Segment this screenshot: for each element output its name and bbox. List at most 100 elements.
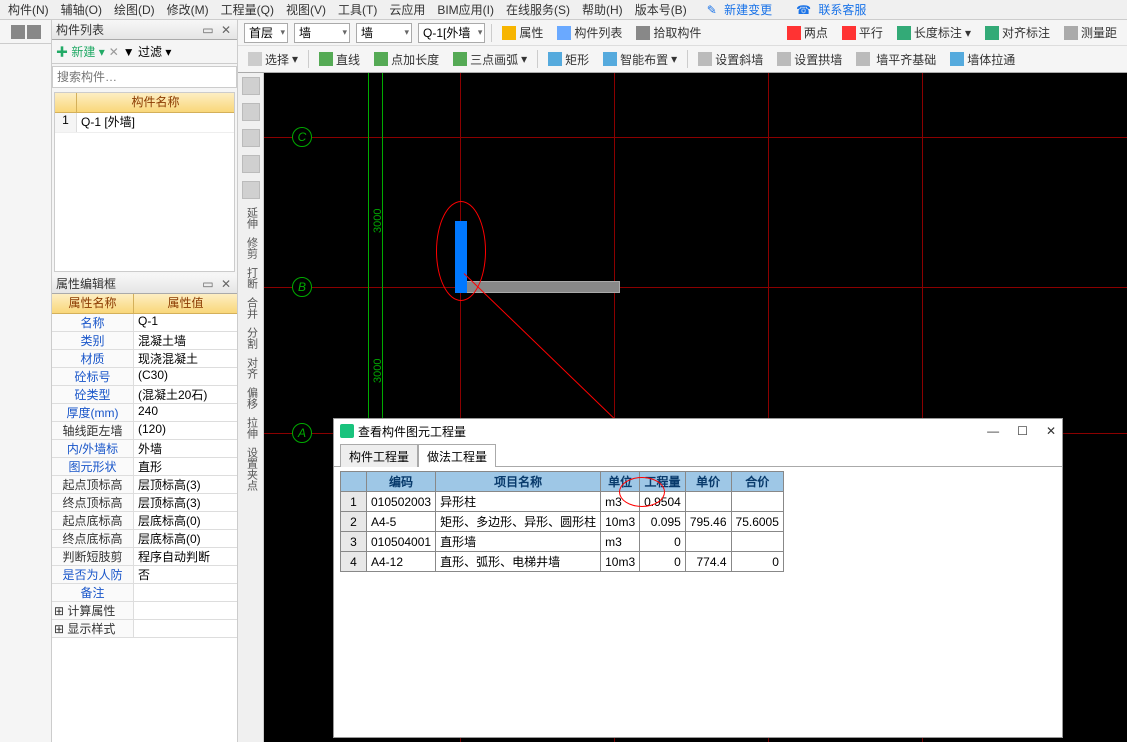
category-combo[interactable]: 墙 [294, 23, 350, 43]
subcat-combo[interactable]: 墙 [356, 23, 412, 43]
grip-tool[interactable]: 设置夹点 [242, 447, 260, 491]
point-length-button[interactable]: 点加长度 [370, 49, 443, 70]
table-row[interactable]: 2A4-5矩形、多边形、异形、圆形柱10m30.095795.4675.6005 [341, 512, 784, 532]
panel-controls[interactable]: ▭ ✕ [202, 277, 233, 291]
tool-icon[interactable] [27, 25, 41, 39]
smart-layout-button[interactable]: 智能布置 ▾ [599, 49, 681, 70]
prop-row[interactable]: 名称Q-1 [52, 314, 237, 332]
prop-row[interactable]: 砼类型(混凝土20石) [52, 386, 237, 404]
menu-item[interactable]: 绘图(D) [110, 0, 159, 20]
new-change-link[interactable]: ✎ 新建变更 [703, 0, 780, 20]
menu-item[interactable]: BIM应用(I) [433, 0, 498, 20]
menu-item[interactable]: 工具(T) [334, 0, 381, 20]
prop-row[interactable]: 起点底标高层底标高(0) [52, 512, 237, 530]
maximize-button[interactable]: ☐ [1017, 424, 1028, 438]
panel-controls[interactable]: ▭ ✕ [202, 23, 233, 37]
dim-label: 3000 [372, 209, 384, 233]
menu-item[interactable]: 构件(N) [4, 0, 53, 20]
select-button[interactable]: 选择 ▾ [244, 49, 302, 70]
prop-row[interactable]: 备注 [52, 584, 237, 602]
menu-item[interactable]: 在线服务(S) [502, 0, 574, 20]
prop-expand-row[interactable]: ⊞ 显示样式 [52, 620, 237, 638]
prop-row[interactable]: 终点底标高层底标高(0) [52, 530, 237, 548]
property-editor-header: 属性编辑框 ▭ ✕ [52, 274, 237, 294]
prop-row[interactable]: 厚度(mm)240 [52, 404, 237, 422]
menu-item[interactable]: 视图(V) [282, 0, 330, 20]
app-icon [340, 424, 354, 438]
component-toolbar: ✚ 新建 ▾ ✕ ▼ 过滤 ▾ [52, 40, 237, 64]
vtool-icon[interactable] [242, 155, 260, 173]
parallel-button[interactable]: 平行 [838, 22, 887, 43]
vtool-icon[interactable] [242, 77, 260, 95]
align-tool[interactable]: 对齐 [242, 357, 260, 379]
line-button[interactable]: 直线 [315, 49, 364, 70]
split-tool[interactable]: 分割 [242, 327, 260, 349]
prop-row[interactable]: 是否为人防否 [52, 566, 237, 584]
dialog-tabs: 构件工程量 做法工程量 [334, 443, 1062, 467]
menu-item[interactable]: 版本号(B) [631, 0, 691, 20]
menu-item[interactable]: 帮助(H) [578, 0, 627, 20]
filter-button[interactable]: ▼ 过滤 ▾ [123, 43, 172, 60]
tab-component-qty[interactable]: 构件工程量 [340, 444, 418, 467]
break-tool[interactable]: 打断 [242, 267, 260, 289]
prop-row[interactable]: 轴线距左墙(120) [52, 422, 237, 440]
property-button[interactable]: 属性 [498, 22, 547, 43]
arch-wall-button[interactable]: 设置拱墙 [773, 49, 846, 70]
slope-wall-button[interactable]: 设置斜墙 [694, 49, 767, 70]
new-button[interactable]: ✚ 新建 ▾ [56, 43, 105, 60]
quantity-table: 编码项目名称单位工程量单价合价 1010502003异形柱m30.95042A4… [340, 471, 784, 572]
contact-link[interactable]: ☎ 联系客服 [792, 0, 874, 20]
vtool-icon[interactable] [242, 103, 260, 121]
rect-button[interactable]: 矩形 [544, 49, 593, 70]
offset-tool[interactable]: 偏移 [242, 387, 260, 409]
prop-row[interactable]: 起点顶标高层顶标高(3) [52, 476, 237, 494]
axis-label-a: A [292, 423, 312, 443]
tool-icon[interactable] [11, 25, 25, 39]
menu-item[interactable]: 辅轴(O) [57, 0, 106, 20]
extend-tool[interactable]: 延伸 [242, 207, 260, 229]
menu-item[interactable]: 云应用 [385, 0, 429, 20]
wall-through-button[interactable]: 墙体拉通 [946, 49, 1019, 70]
floor-combo[interactable]: 首层 [244, 23, 288, 43]
menubar: 构件(N) 辅轴(O) 绘图(D) 修改(M) 工程量(Q) 视图(V) 工具(… [0, 0, 1127, 20]
close-button[interactable]: ✕ [1046, 424, 1056, 438]
panel-title: 属性编辑框 [56, 275, 116, 292]
list-item[interactable]: 1 Q-1 [外墙] [55, 113, 234, 133]
dialog-titlebar[interactable]: 查看构件图元工程量 — ☐ ✕ [334, 419, 1062, 443]
prop-row[interactable]: 终点顶标高层顶标高(3) [52, 494, 237, 512]
wall-segment[interactable] [464, 281, 620, 293]
measure-button[interactable]: 测量距 [1060, 22, 1121, 43]
arc3-button[interactable]: 三点画弧 ▾ [449, 49, 531, 70]
prop-row[interactable]: 图元形状直形 [52, 458, 237, 476]
minimize-button[interactable]: — [987, 424, 999, 438]
vtool-icon[interactable] [242, 129, 260, 147]
table-row[interactable]: 4A4-12直形、弧形、电梯井墙10m30774.40 [341, 552, 784, 572]
component-list-header: 构件列表 ▭ ✕ [52, 20, 237, 40]
center-toolbars: 首层 墙 墙 Q-1[外墙 属性 构件列表 拾取构件 两点 平行 长度标注 ▾ … [238, 20, 1127, 73]
table-row[interactable]: 3010504001直形墙m30 [341, 532, 784, 552]
wall-to-base-button[interactable]: 墙平齐基础 [852, 49, 940, 70]
length-dim-button[interactable]: 长度标注 ▾ [893, 22, 975, 43]
annotation-ellipse [619, 477, 665, 507]
prop-row[interactable]: 材质现浇混凝土 [52, 350, 237, 368]
menu-item[interactable]: 工程量(Q) [217, 0, 278, 20]
component-combo[interactable]: Q-1[外墙 [418, 23, 485, 43]
tab-method-qty[interactable]: 做法工程量 [418, 444, 496, 467]
pick-component-button[interactable]: 拾取构件 [632, 22, 705, 43]
table-row[interactable]: 1010502003异形柱m30.9504 [341, 492, 784, 512]
prop-row[interactable]: 判断短肢剪程序自动判断 [52, 548, 237, 566]
search-input[interactable] [52, 66, 237, 88]
prop-row[interactable]: 砼标号(C30) [52, 368, 237, 386]
menu-item[interactable]: 修改(M) [163, 0, 213, 20]
prop-row[interactable]: 内/外墙标外墙 [52, 440, 237, 458]
align-dim-button[interactable]: 对齐标注 [981, 22, 1054, 43]
vtool-icon[interactable] [242, 181, 260, 199]
trim-tool[interactable]: 修剪 [242, 237, 260, 259]
two-point-button[interactable]: 两点 [783, 22, 832, 43]
prop-expand-row[interactable]: ⊞ 计算属性 [52, 602, 237, 620]
left-narrow-toolbar [0, 20, 52, 742]
merge-tool[interactable]: 合并 [242, 297, 260, 319]
component-list-button[interactable]: 构件列表 [553, 22, 626, 43]
stretch-tool[interactable]: 拉伸 [242, 417, 260, 439]
prop-row[interactable]: 类别混凝土墙 [52, 332, 237, 350]
